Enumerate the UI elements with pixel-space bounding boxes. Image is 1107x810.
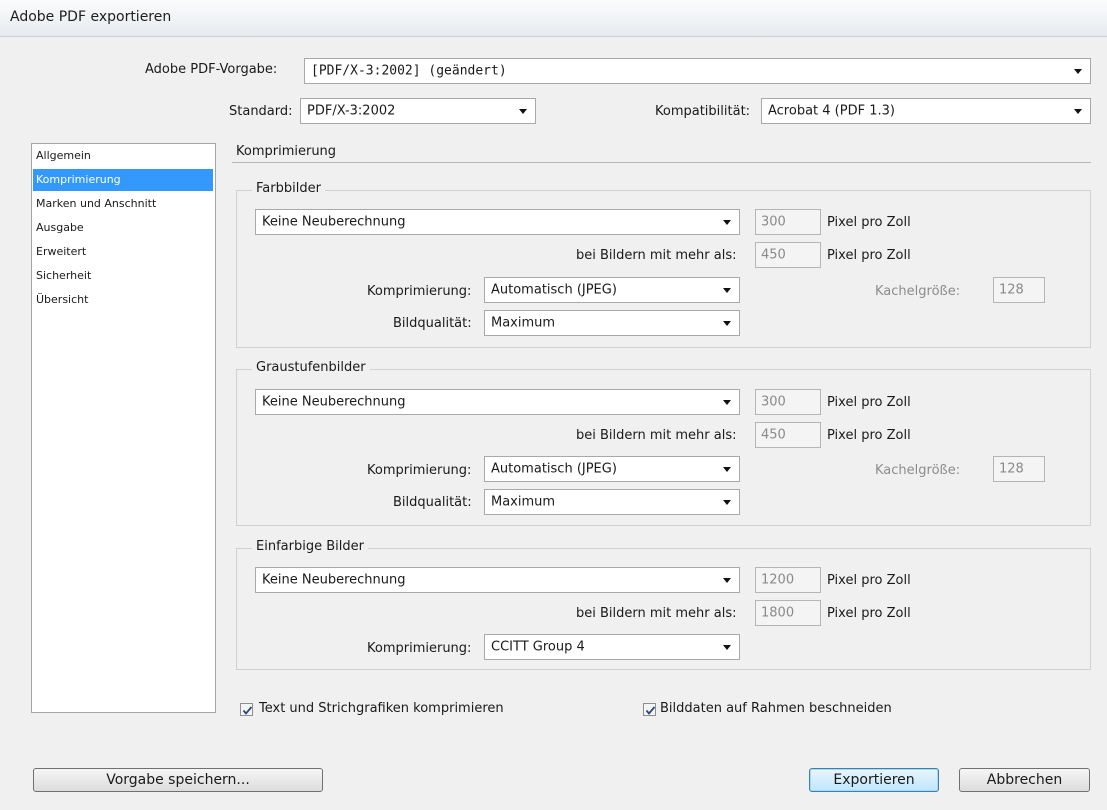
chevron-down-icon xyxy=(723,500,731,505)
color-tile-value: 128 xyxy=(999,282,1024,298)
color-resample-value: Keine Neuberechnung xyxy=(262,214,406,230)
section-divider xyxy=(232,162,1091,163)
gray-tile-field[interactable]: 128 xyxy=(993,456,1045,482)
preset-label: Adobe PDF-Vorgabe: xyxy=(145,62,278,77)
chevron-down-icon xyxy=(723,578,731,583)
gray-ppi-value: 300 xyxy=(761,394,786,410)
mono-above-value: 1800 xyxy=(761,605,795,621)
color-ppi-value: 300 xyxy=(761,214,786,230)
mono-ppi-value: 1200 xyxy=(761,572,795,588)
standard-select[interactable]: PDF/X-3:2002 xyxy=(300,98,536,124)
export-button[interactable]: Exportieren xyxy=(809,768,939,792)
mono-ppi-unit: Pixel pro Zoll xyxy=(827,573,911,588)
checkmark-icon xyxy=(242,706,253,715)
chevron-down-icon xyxy=(519,109,527,114)
gray-above-unit: Pixel pro Zoll xyxy=(827,428,911,443)
mono-compression-value: CCITT Group 4 xyxy=(491,639,585,655)
color-above-unit: Pixel pro Zoll xyxy=(827,248,911,263)
chevron-down-icon xyxy=(723,321,731,326)
chevron-down-icon xyxy=(723,288,731,293)
title-bar: Adobe PDF exportieren xyxy=(0,0,1107,37)
cancel-button[interactable]: Abbrechen xyxy=(959,768,1090,792)
compat-value: Acrobat 4 (PDF 1.3) xyxy=(768,103,895,119)
save-preset-button[interactable]: Vorgabe speichern... xyxy=(33,768,323,792)
chevron-down-icon xyxy=(1074,109,1082,114)
gray-quality-select[interactable]: Maximum xyxy=(484,489,740,515)
compress-text-label[interactable]: Text und Strichgrafiken komprimieren xyxy=(259,701,504,716)
gray-resample-value: Keine Neuberechnung xyxy=(262,394,406,410)
mono-above-field[interactable]: 1800 xyxy=(755,600,821,626)
color-group-title: Farbbilder xyxy=(252,181,325,196)
color-tile-field[interactable]: 128 xyxy=(993,277,1045,303)
sidebar-item-uebersicht[interactable]: Übersicht xyxy=(33,289,213,311)
gray-above-label: bei Bildern mit mehr als: xyxy=(576,428,737,443)
mono-resample-select[interactable]: Keine Neuberechnung xyxy=(255,567,740,593)
gray-above-value: 450 xyxy=(761,427,786,443)
gray-compression-label: Komprimierung: xyxy=(367,463,472,478)
section-title: Komprimierung xyxy=(236,144,337,159)
compress-text-checkbox[interactable] xyxy=(240,703,253,716)
gray-tile-value: 128 xyxy=(999,461,1024,477)
cancel-label: Abbrechen xyxy=(986,772,1063,788)
save-preset-label: Vorgabe speichern... xyxy=(106,772,250,788)
mono-compression-select[interactable]: CCITT Group 4 xyxy=(484,634,740,660)
gray-group-title: Graustufenbilder xyxy=(252,360,370,375)
color-compression-select[interactable]: Automatisch (JPEG) xyxy=(484,277,740,303)
gray-ppi-unit: Pixel pro Zoll xyxy=(827,395,911,410)
color-quality-value: Maximum xyxy=(491,315,556,331)
crop-image-label[interactable]: Bilddaten auf Rahmen beschneiden xyxy=(660,701,892,716)
gray-ppi-field[interactable]: 300 xyxy=(755,389,821,415)
sidebar-item-ausgabe[interactable]: Ausgabe xyxy=(33,217,213,239)
color-tile-label: Kachelgröße: xyxy=(875,284,961,299)
sidebar-item-marken[interactable]: Marken und Anschnitt xyxy=(33,193,213,215)
crop-image-checkbox[interactable] xyxy=(643,703,656,716)
mono-group-title: Einfarbige Bilder xyxy=(252,539,368,554)
mono-above-label: bei Bildern mit mehr als: xyxy=(576,606,737,621)
chevron-down-icon xyxy=(723,400,731,405)
color-compression-label: Komprimierung: xyxy=(367,284,472,299)
gray-quality-label: Bildqualität: xyxy=(393,495,472,510)
color-resample-select[interactable]: Keine Neuberechnung xyxy=(255,209,740,235)
color-compression-value: Automatisch (JPEG) xyxy=(491,282,617,298)
gray-tile-label: Kachelgröße: xyxy=(875,463,961,478)
mono-resample-value: Keine Neuberechnung xyxy=(262,572,406,588)
color-ppi-field[interactable]: 300 xyxy=(755,209,821,235)
sidebar-item-komprimierung[interactable]: Komprimierung xyxy=(33,169,213,191)
gray-compression-select[interactable]: Automatisch (JPEG) xyxy=(484,456,740,482)
color-above-value: 450 xyxy=(761,247,786,263)
gray-resample-select[interactable]: Keine Neuberechnung xyxy=(255,389,740,415)
gray-above-field[interactable]: 450 xyxy=(755,422,821,448)
mono-compression-label: Komprimierung: xyxy=(367,641,472,656)
color-quality-select[interactable]: Maximum xyxy=(484,310,740,336)
compat-label: Kompatibilität: xyxy=(655,104,751,119)
preset-value: [PDF/X-3:2002] (geändert) xyxy=(311,63,507,79)
gray-compression-value: Automatisch (JPEG) xyxy=(491,461,617,477)
chevron-down-icon xyxy=(1074,69,1082,74)
mono-ppi-field[interactable]: 1200 xyxy=(755,567,821,593)
chevron-down-icon xyxy=(723,467,731,472)
export-label: Exportieren xyxy=(833,772,915,788)
sidebar-item-erweitert[interactable]: Erweitert xyxy=(33,241,213,263)
chevron-down-icon xyxy=(723,220,731,225)
sidebar: Allgemein Komprimierung Marken und Ansch… xyxy=(31,143,216,713)
gray-quality-value: Maximum xyxy=(491,494,556,510)
window-title: Adobe PDF exportieren xyxy=(10,9,172,25)
preset-select[interactable]: [PDF/X-3:2002] (geändert) xyxy=(304,58,1091,84)
mono-above-unit: Pixel pro Zoll xyxy=(827,606,911,621)
color-above-label: bei Bildern mit mehr als: xyxy=(576,248,737,263)
standard-label: Standard: xyxy=(229,104,293,119)
color-above-field[interactable]: 450 xyxy=(755,242,821,268)
sidebar-item-allgemein[interactable]: Allgemein xyxy=(33,145,213,167)
color-ppi-unit: Pixel pro Zoll xyxy=(827,215,911,230)
sidebar-item-sicherheit[interactable]: Sicherheit xyxy=(33,265,213,287)
checkmark-icon xyxy=(645,706,656,715)
standard-value: PDF/X-3:2002 xyxy=(307,103,396,119)
chevron-down-icon xyxy=(723,645,731,650)
color-quality-label: Bildqualität: xyxy=(393,316,472,331)
compat-select[interactable]: Acrobat 4 (PDF 1.3) xyxy=(761,98,1091,124)
